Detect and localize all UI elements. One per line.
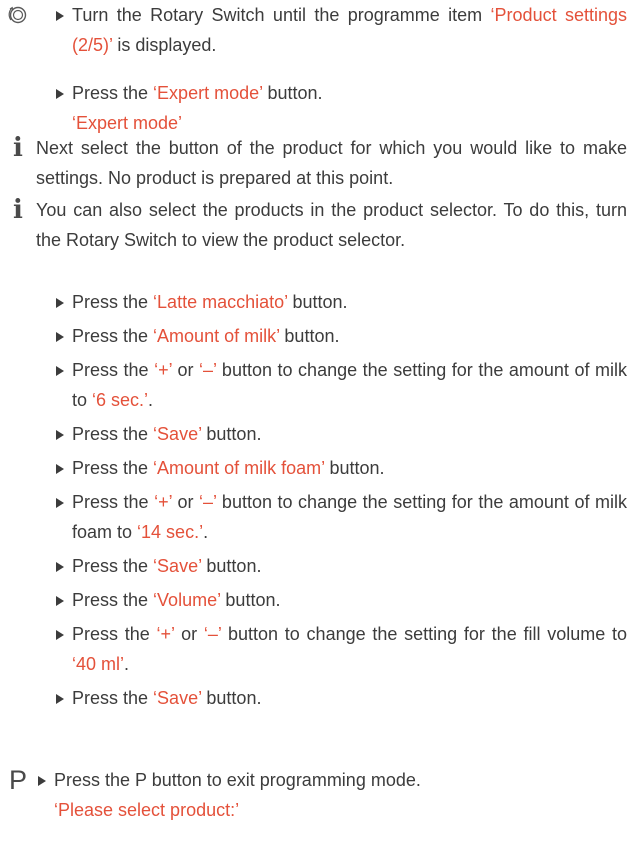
- step-milk-setting: Press the ‘+’ or ‘–’ button to change th…: [54, 355, 627, 415]
- p-step: Press the P button to exit programming m…: [36, 765, 637, 795]
- step-volume: Press the ‘Volume’ button.: [54, 585, 637, 615]
- step-save-1: Press the ‘Save’ button.: [54, 419, 637, 449]
- info-block-2: i You can also select the products in th…: [0, 195, 637, 255]
- step-amount-of-milk: Press the ‘Amount of milk’ button.: [54, 321, 637, 351]
- p-button-icon: P: [8, 765, 27, 795]
- step-milk-foam-setting: Press the ‘+’ or ‘–’ button to change th…: [54, 487, 627, 547]
- rotary-step-1: Turn the Rotary Switch until the program…: [54, 0, 627, 60]
- steps-list: Press the ‘Latte macchiato’ button. Pres…: [0, 287, 637, 717]
- info-text-2: You can also select the products in the …: [36, 200, 627, 250]
- info-block-1: i Next select the button of the product …: [0, 133, 637, 193]
- step-latte-macchiato: Press the ‘Latte macchiato’ button.: [54, 287, 637, 317]
- step-save-2: Press the ‘Save’ button.: [54, 551, 637, 581]
- step-save-3: Press the ‘Save’ button.: [54, 683, 637, 713]
- info-icon: i: [13, 133, 23, 163]
- info-text-1: Next select the button of the product fo…: [36, 138, 627, 188]
- rotary-step-2: Press the ‘Expert mode’ button.: [54, 78, 637, 108]
- p-button-section: P Press the P button to exit programming…: [0, 765, 637, 843]
- step-amount-of-milk-foam: Press the ‘Amount of milk foam’ button.: [54, 453, 637, 483]
- display-please-select-product: ‘Please select product:’: [54, 800, 240, 820]
- info-icon: i: [13, 195, 23, 225]
- step-volume-setting: Press the ‘+’ or ‘–’ button to change th…: [54, 619, 627, 679]
- instruction-page: Turn the Rotary Switch until the program…: [0, 0, 637, 831]
- rotary-switch-icon: [0, 0, 36, 30]
